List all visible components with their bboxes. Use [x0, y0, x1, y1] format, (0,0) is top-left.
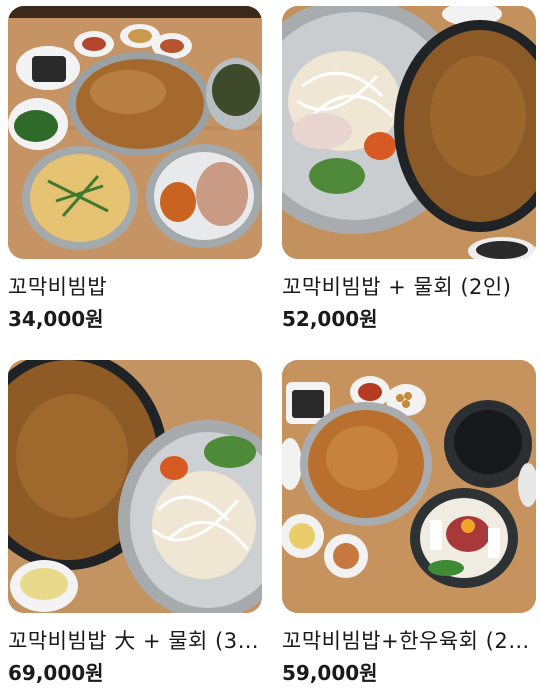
product-name[interactable]: 꼬막비빔밥 [8, 272, 262, 302]
product-price: 52,000원 [282, 307, 378, 331]
product-card-1[interactable]: 꼬막비빔밥 34,000원 [8, 6, 262, 332]
product-name[interactable]: 꼬막비빔밥 + 물회 (2인) [282, 272, 536, 302]
product-photo[interactable] [8, 360, 262, 613]
food-photo-large-set [8, 360, 262, 613]
product-photo[interactable] [282, 360, 536, 613]
product-card-4[interactable]: 꼬막비빔밥+한우육회 (2인) 59,000원 [282, 360, 536, 686]
product-grid: 꼬막비빔밥 34,000원 꼬막비빔밥 + 물회 (2인) 52,000원 꼬막… [0, 0, 541, 694]
product-price: 69,000원 [8, 661, 104, 685]
food-photo-spread [8, 6, 262, 259]
food-photo-mulhoe [282, 6, 536, 259]
product-name[interactable]: 꼬막비빔밥 大 + 물회 (3인) [8, 626, 262, 656]
product-photo[interactable] [8, 6, 262, 259]
product-name[interactable]: 꼬막비빔밥+한우육회 (2인) [282, 626, 536, 656]
product-photo[interactable] [282, 6, 536, 259]
food-photo-yukhoe-set [282, 360, 536, 613]
product-card-2[interactable]: 꼬막비빔밥 + 물회 (2인) 52,000원 [282, 6, 536, 332]
product-price: 59,000원 [282, 661, 378, 685]
product-price: 34,000원 [8, 307, 104, 331]
product-card-3[interactable]: 꼬막비빔밥 大 + 물회 (3인) 69,000원 [8, 360, 262, 686]
